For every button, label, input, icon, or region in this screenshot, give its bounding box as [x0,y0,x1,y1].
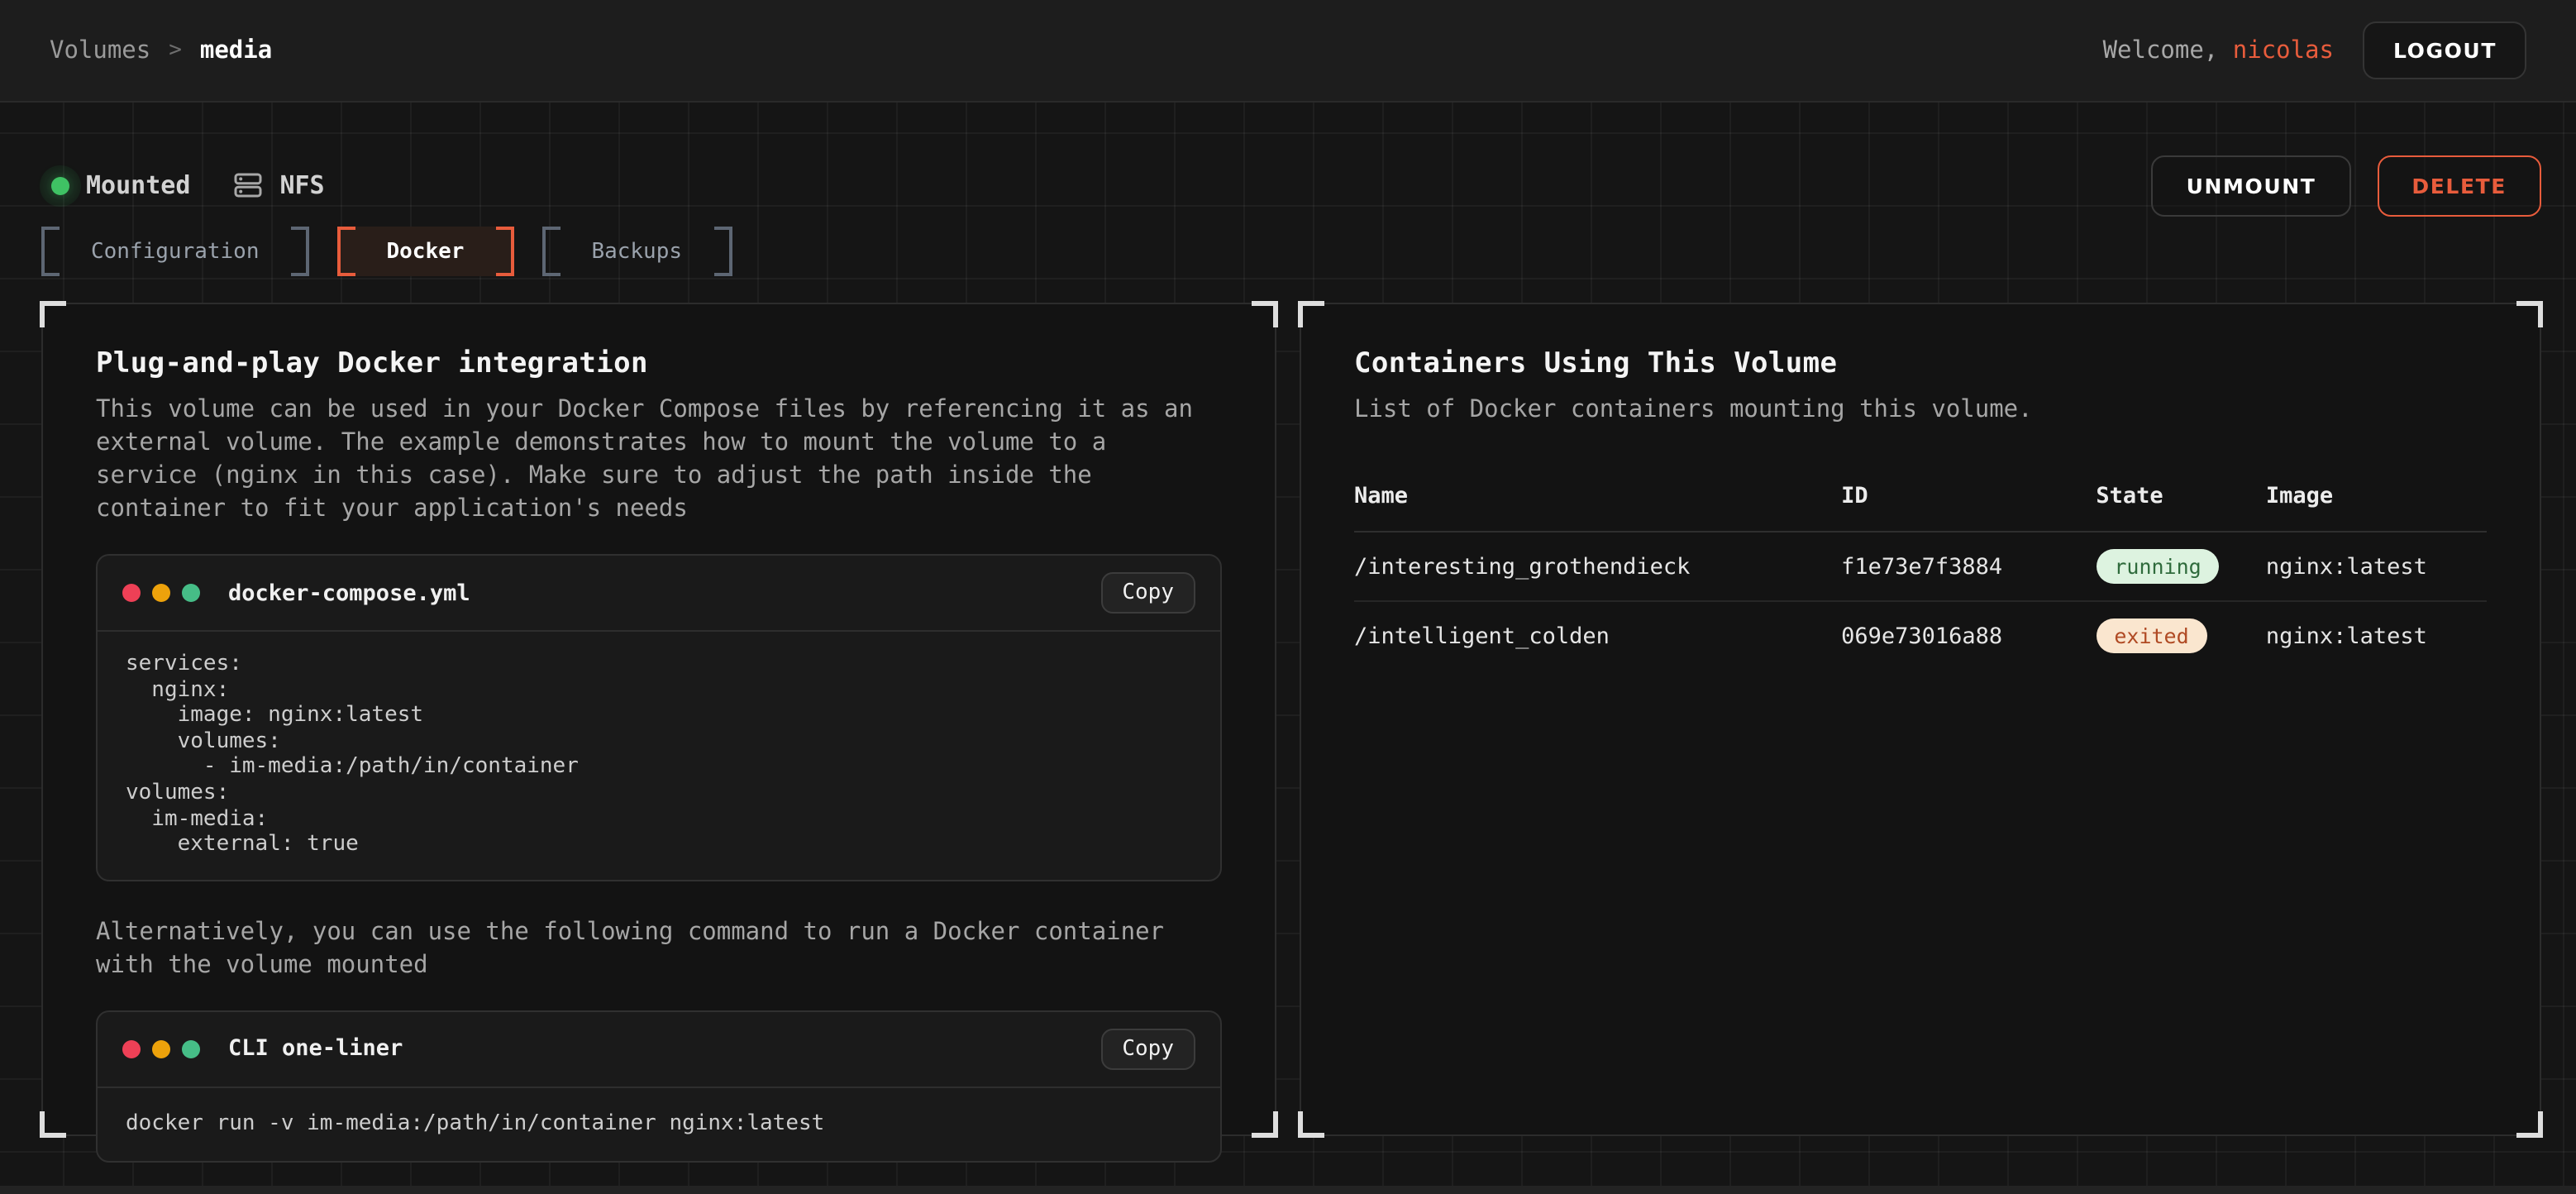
container-image: nginx:latest [2266,601,2487,670]
window-dot-amber-icon [152,584,170,602]
volume-type: NFS [233,170,324,200]
cli-code-header: CLI one-liner Copy [98,1012,1220,1087]
volume-status-row: Mounted NFS UNMOUNT DELETE [0,103,2576,210]
container-id: 069e73016a88 [1841,601,2096,670]
column-header-id: ID [1841,470,2096,532]
column-header-name: Name [1354,470,1841,532]
mount-status-label: Mounted [86,170,190,200]
panel-corner-mark [1298,1111,1324,1138]
containers-panel-title: Containers Using This Volume [1354,347,2487,380]
main-content: Mounted NFS UNMOUNT DELETE Configurati [0,103,2576,1194]
cli-code-block: CLI one-liner Copy docker run -v im-medi… [96,1010,1222,1163]
logout-button[interactable]: LOGOUT [2364,21,2526,79]
welcome-prefix: Welcome, [2103,37,2219,64]
tab-bar: Configuration Docker Backups [41,227,2576,276]
cli-title: CLI one-liner [228,1036,403,1063]
docker-integration-panel: Plug-and-play Docker integration This vo… [41,303,1276,1136]
window-dot-red-icon [122,584,141,602]
window-dot-green-icon [182,584,200,602]
mount-status: Mounted [51,170,190,200]
panel-corner-mark [1298,301,1324,327]
column-header-image: Image [2266,470,2487,532]
cli-copy-button[interactable]: Copy [1100,1029,1195,1070]
compose-code-header: docker-compose.yml Copy [98,556,1220,630]
window-dot-amber-icon [152,1040,170,1058]
cli-command: docker run -v im-media:/path/in/containe… [98,1088,1220,1161]
column-header-state: State [2096,470,2266,532]
panel-corner-mark [2516,301,2543,327]
container-name: /interesting_grothendieck [1354,532,1841,601]
header-right: Welcome, nicolas LOGOUT [2103,21,2526,79]
panels-row: Plug-and-play Docker integration This vo… [41,303,2543,1136]
container-state-badge: exited [2096,618,2206,653]
compose-code-block: docker-compose.yml Copy services: nginx:… [96,554,1222,881]
window-dot-red-icon [122,1040,141,1058]
welcome-text: Welcome, nicolas [2103,37,2334,64]
containers-panel: Containers Using This Volume List of Doc… [1300,303,2541,1136]
mounted-status-dot-icon [51,176,69,194]
app-root: Volumes > media Welcome, nicolas LOGOUT … [0,0,2576,1194]
compose-code: services: nginx: image: nginx:latest vol… [98,632,1220,880]
window-dots-icon [122,1040,200,1058]
panel-corner-mark [1252,1111,1278,1138]
container-state-badge: running [2096,549,2219,584]
docker-panel-description: This volume can be used in your Docker C… [96,394,1200,526]
docker-panel-title: Plug-and-play Docker integration [96,347,1222,380]
panel-corner-mark [1252,301,1278,327]
cli-intro-text: Alternatively, you can use the following… [96,916,1200,982]
compose-filename: docker-compose.yml [228,580,470,606]
tab-configuration[interactable]: Configuration [41,227,309,276]
panel-corner-mark [40,1111,66,1138]
unmount-button[interactable]: UNMOUNT [2152,155,2351,216]
panel-corner-mark [40,301,66,327]
panel-corner-mark [2516,1111,2543,1138]
chevron-right-icon: > [169,38,182,63]
container-row: /interesting_grothendieck f1e73e7f3884 r… [1354,532,2487,601]
compose-copy-button[interactable]: Copy [1100,572,1195,614]
top-bar: Volumes > media Welcome, nicolas LOGOUT [0,0,2576,103]
breadcrumb-current-volume: media [200,37,272,64]
container-id: f1e73e7f3884 [1841,532,2096,601]
volume-type-label: NFS [279,170,324,200]
footer-edge [0,1186,2576,1194]
tab-backups[interactable]: Backups [541,227,732,276]
containers-table-header: Name ID State Image [1354,470,2487,532]
username: nicolas [2233,37,2334,64]
delete-button[interactable]: DELETE [2377,155,2541,216]
containers-table: Name ID State Image /interesting_grothen… [1354,470,2487,670]
container-row: /intelligent_colden 069e73016a88 exited … [1354,601,2487,670]
window-dot-green-icon [182,1040,200,1058]
breadcrumb-volumes-link[interactable]: Volumes [50,37,150,64]
containers-panel-subtitle: List of Docker containers mounting this … [1354,394,2459,427]
window-dots-icon [122,584,200,602]
breadcrumb: Volumes > media [50,37,272,64]
tab-docker[interactable]: Docker [337,227,514,276]
container-image: nginx:latest [2266,532,2487,601]
container-name: /intelligent_colden [1354,601,1841,670]
server-stack-icon [233,170,263,200]
